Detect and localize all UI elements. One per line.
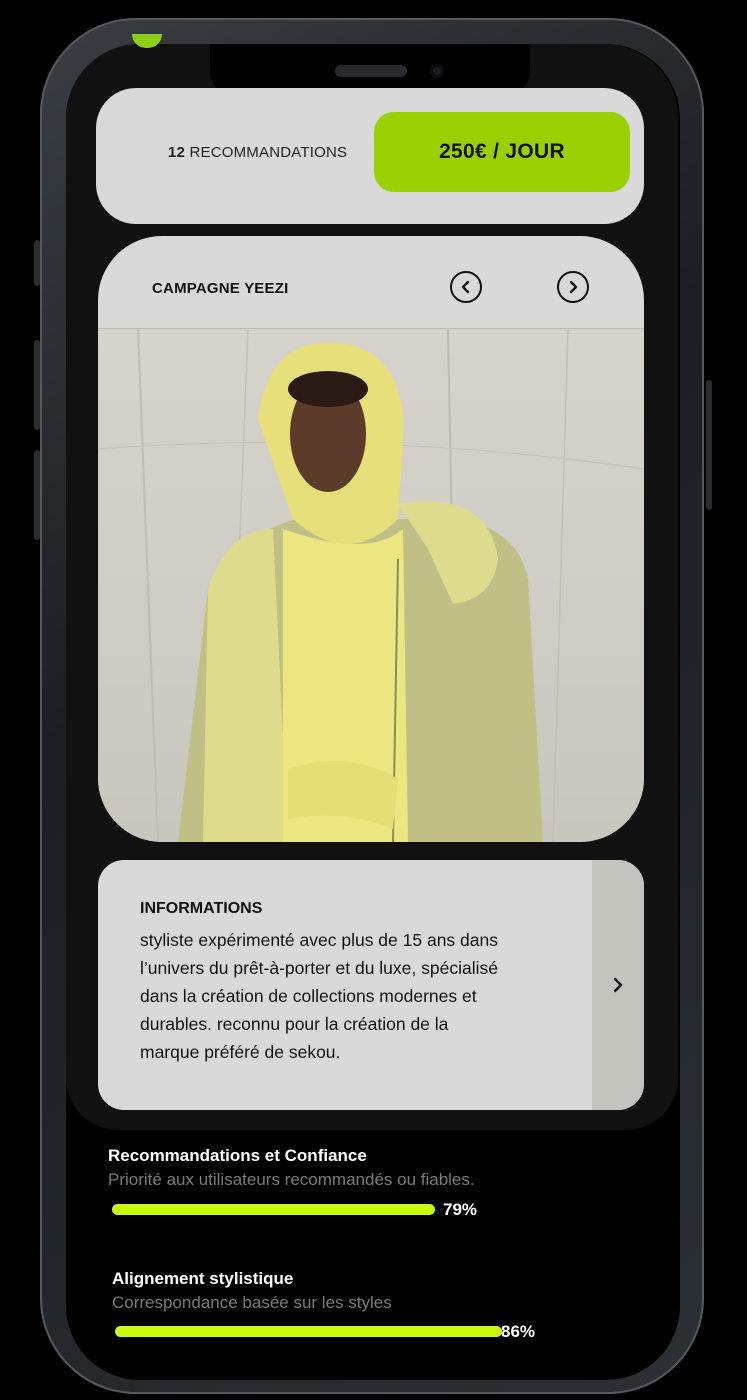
information-line: durables. reconnu pour la création de la bbox=[140, 1014, 449, 1034]
information-title: INFORMATIONS bbox=[140, 900, 263, 917]
next-button[interactable] bbox=[557, 271, 589, 303]
information-line: marque préféré de sekou. bbox=[140, 1042, 341, 1062]
metric-title: Recommandations et Confiance bbox=[108, 1146, 367, 1165]
mute-switch bbox=[34, 240, 40, 286]
recommendations-count: 12 RECOMMANDATIONS bbox=[168, 144, 347, 161]
metric-progress-bar bbox=[115, 1326, 502, 1337]
metric-subtitle: Correspondance basée sur les styles bbox=[112, 1293, 392, 1312]
previous-button[interactable] bbox=[450, 271, 482, 303]
power-button bbox=[706, 380, 712, 510]
metric-percent: 79% bbox=[443, 1200, 478, 1219]
speaker-grille bbox=[335, 65, 407, 77]
metric-title: Alignement stylistique bbox=[112, 1269, 294, 1288]
chevron-right-icon bbox=[569, 280, 578, 294]
information-line: l’univers du prêt-à-porter et du luxe, s… bbox=[140, 958, 498, 978]
campaign-title: CAMPAGNE YEEZI bbox=[152, 280, 289, 297]
information-expand-button[interactable] bbox=[592, 860, 644, 1110]
recommendations-label: RECOMMANDATIONS bbox=[189, 144, 348, 161]
front-camera bbox=[430, 64, 444, 78]
metric-percent: 86% bbox=[501, 1322, 536, 1341]
campaign-photo bbox=[98, 328, 644, 842]
metric-progress-bar bbox=[112, 1204, 435, 1215]
information-line: dans la création de collections modernes… bbox=[140, 986, 477, 1006]
daily-rate-button[interactable]: 250€ / JOUR bbox=[374, 112, 630, 192]
volume-up-button bbox=[34, 340, 40, 430]
campaign-card: CAMPAGNE YEEZI bbox=[98, 236, 644, 842]
chevron-left-icon bbox=[461, 280, 470, 294]
information-line: styliste expérimenté avec plus de 15 ans… bbox=[140, 930, 498, 950]
volume-down-button bbox=[34, 450, 40, 540]
information-card: INFORMATIONS styliste expérimenté avec p… bbox=[98, 860, 644, 1110]
chevron-right-icon bbox=[613, 977, 623, 993]
recommendations-card: 12 RECOMMANDATIONS 250€ / JOUR bbox=[96, 88, 644, 224]
recommendations-number: 12 bbox=[168, 144, 186, 161]
information-text: styliste expérimenté avec plus de 15 ans… bbox=[140, 926, 560, 1066]
metric-subtitle: Priorité aux utilisateurs recommandés ou… bbox=[108, 1170, 475, 1189]
